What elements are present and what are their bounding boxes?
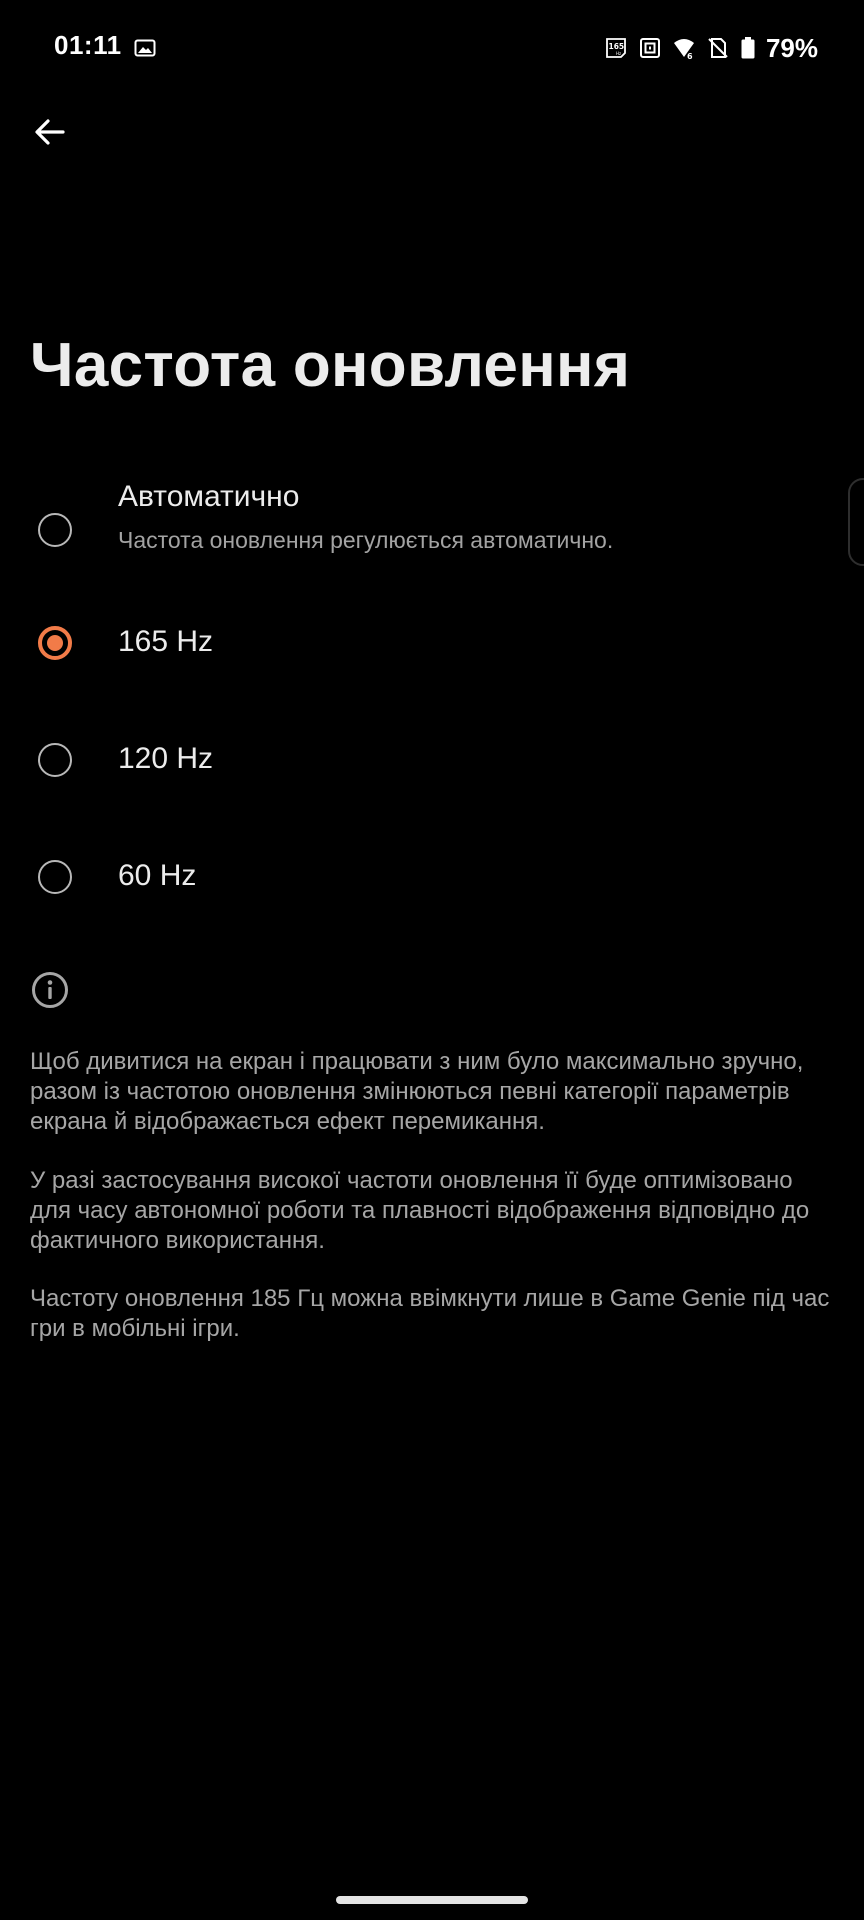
option-label: 165 Hz [118,625,214,658]
option-description: Частота оновлення регулюється автоматичн… [118,527,614,553]
arrow-left-icon [33,115,67,154]
option-165hz[interactable]: 165 Hz [0,600,840,690]
option-label: Автоматично [118,480,300,513]
gallery-icon [134,38,156,58]
option-120hz[interactable]: 120 Hz [0,717,840,807]
option-60hz[interactable]: 60 Hz [0,834,840,924]
option-automatic[interactable]: Автоматично Частота оновлення регулюєтьс… [0,470,840,570]
refresh-rate-165-icon: 165 Hz [604,36,628,60]
status-bar: 01:11 165 Hz 6 79% [0,0,864,96]
svg-text:165: 165 [608,42,624,51]
status-icons: 165 Hz 6 79% [604,30,818,66]
info-paragraph: У разі застосування високої частоти онов… [30,1167,810,1254]
radio-button-selected[interactable] [38,626,72,660]
wifi-icon: 6 [672,36,696,61]
radio-button[interactable] [38,743,72,777]
gesture-navigation-bar[interactable] [336,1896,528,1904]
no-sim-icon [706,36,730,60]
battery-percentage: 79% [765,32,818,63]
radio-button[interactable] [38,860,72,894]
svg-text:6: 6 [687,52,693,60]
info-icon [30,970,70,1010]
info-paragraph: Частоту оновлення 185 Гц можна ввімкнути… [30,1285,830,1342]
status-time: 01:11 [54,30,122,60]
back-button[interactable] [24,108,76,160]
info-paragraph: Щоб дивитися на екран і працювати з ним … [30,1048,804,1135]
option-label: 60 Hz [118,859,197,892]
page-title: Частота оновлення [30,331,631,400]
nfc-icon [638,36,662,60]
radio-button[interactable] [38,513,72,547]
svg-text:Hz: Hz [616,51,621,56]
battery-icon [740,36,756,60]
edge-panel-handle[interactable] [848,478,864,566]
option-label: 120 Hz [118,742,214,775]
